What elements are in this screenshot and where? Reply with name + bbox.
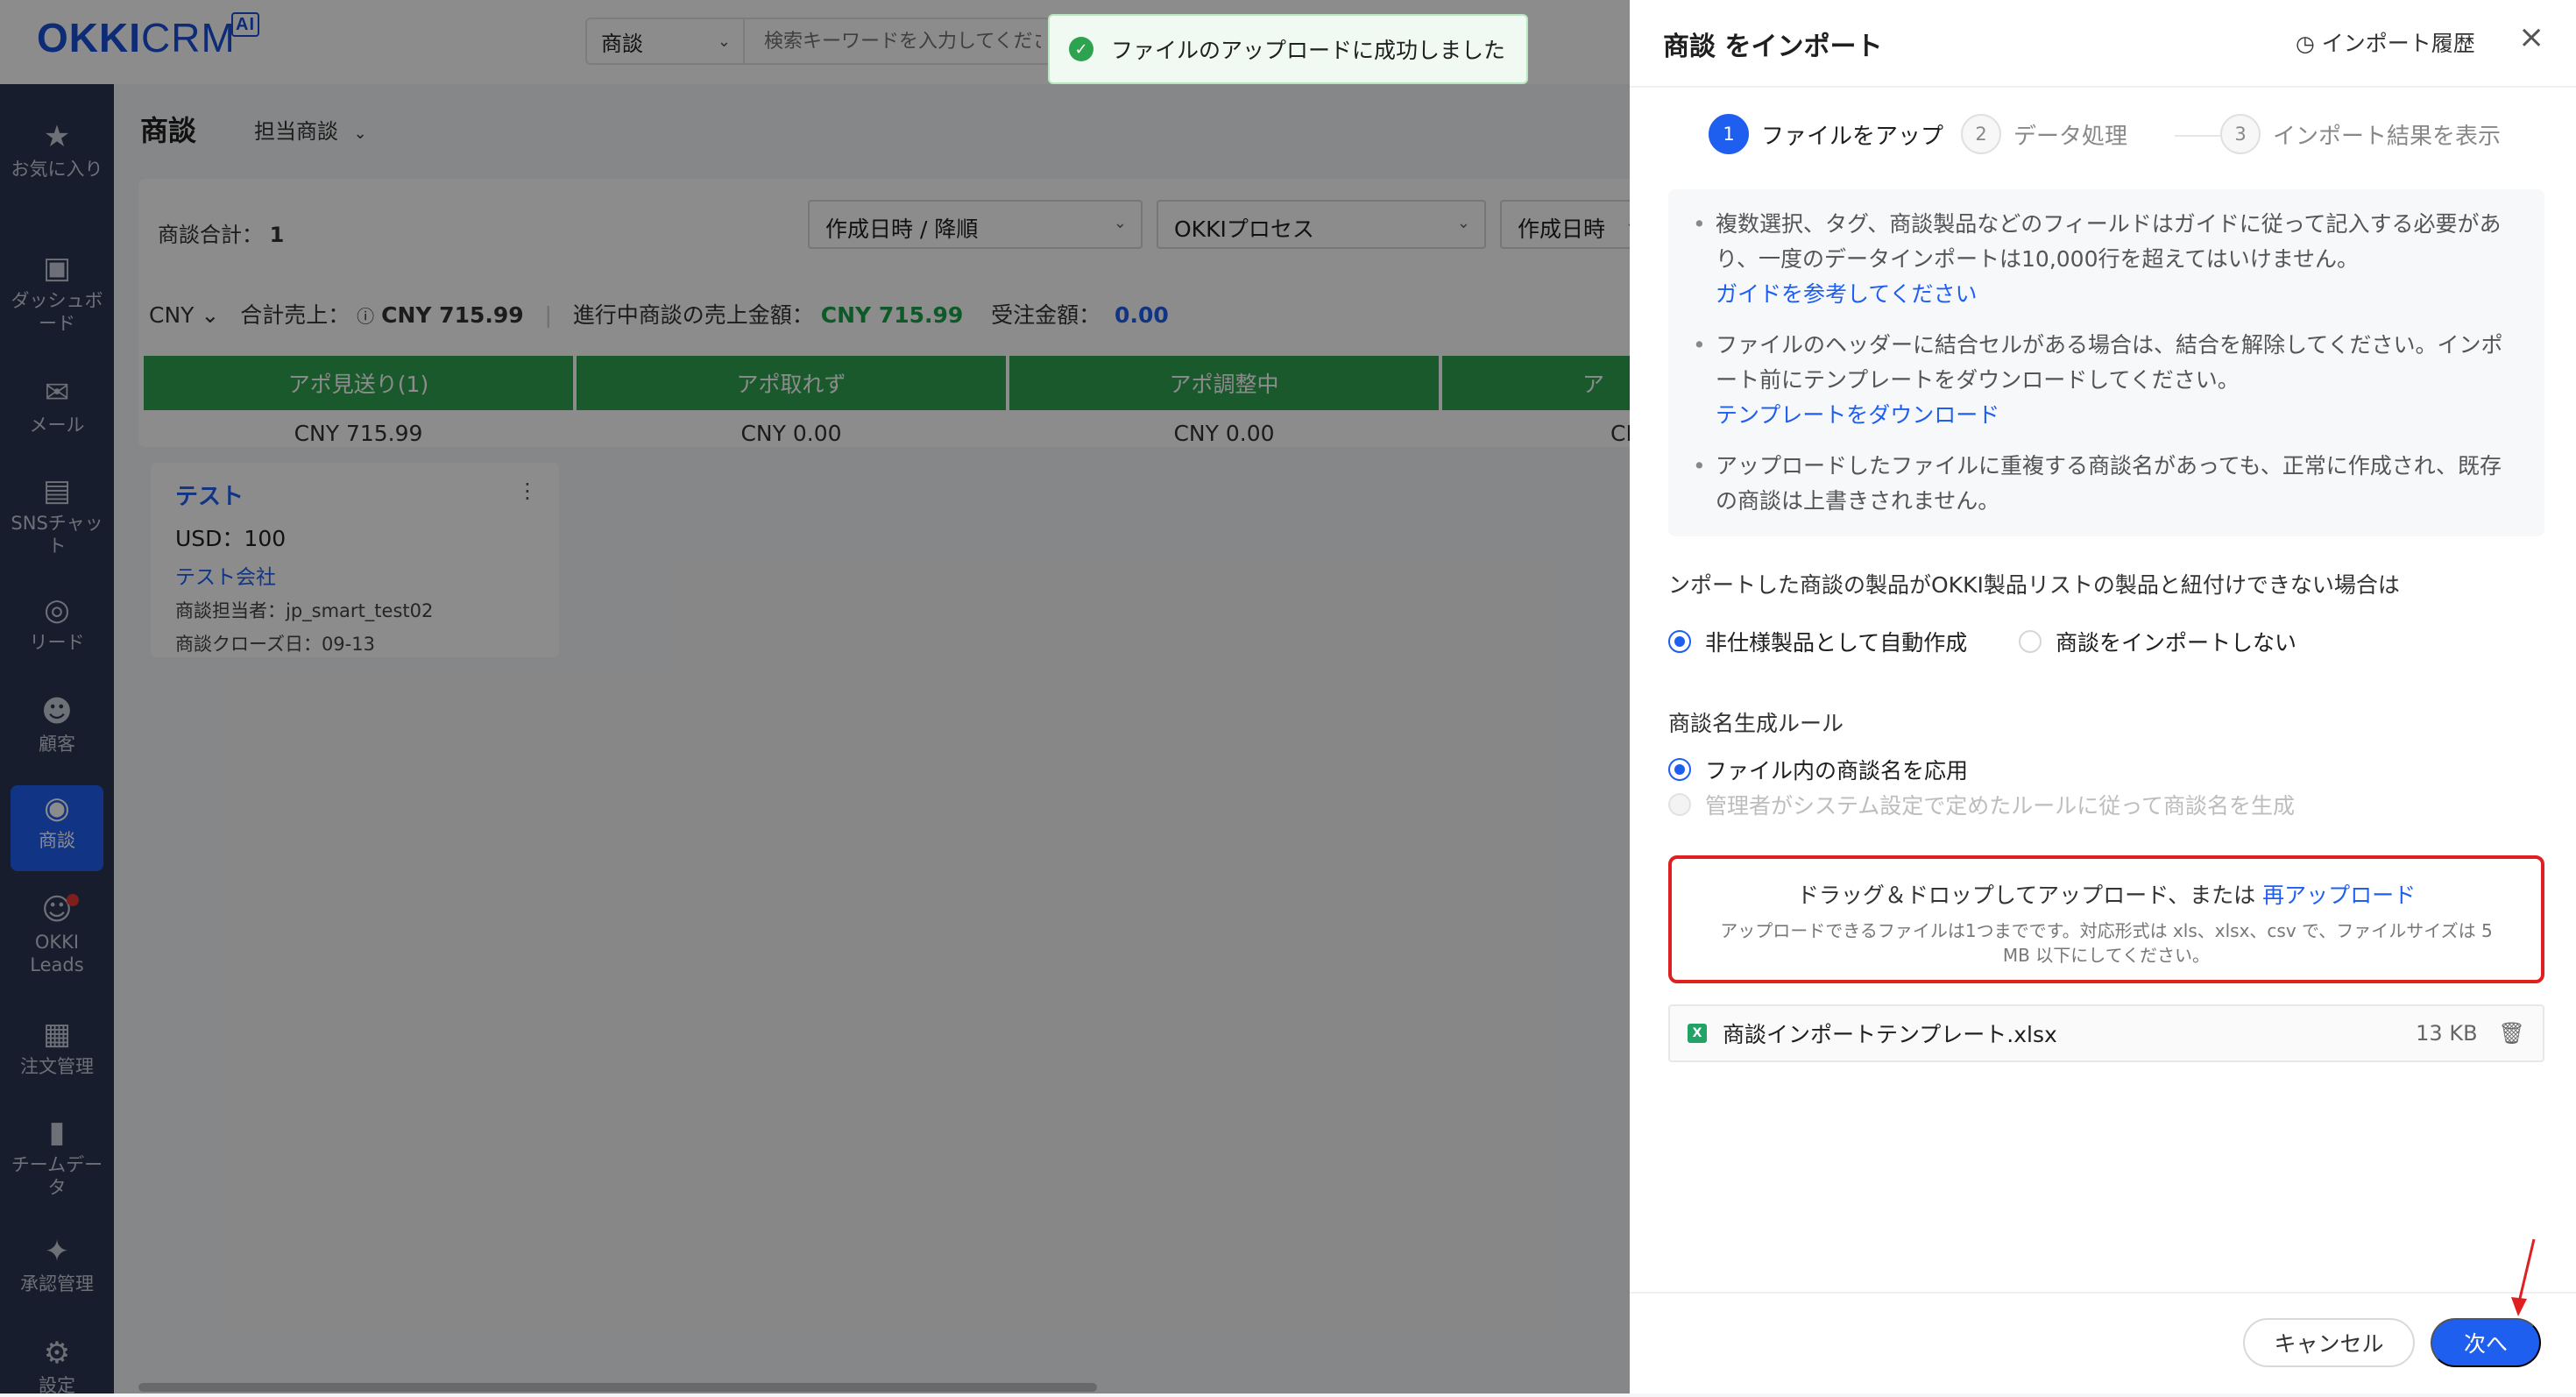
divider <box>1630 1292 2576 1294</box>
trash-icon[interactable]: 🗑 <box>2499 1021 2525 1046</box>
radio-skip-import[interactable]: 商談をインポートしない <box>2019 626 2296 657</box>
drawer-title: 商談 をインポート <box>1663 32 1883 62</box>
file-name: 商談インポートテンプレート.xlsx <box>1723 1022 2057 1047</box>
history-icon: ◷ <box>2296 31 2315 56</box>
uploaded-file-item: X 商談インポートテンプレート.xlsx 13 KB 🗑 <box>1668 1004 2544 1062</box>
note-item: ファイルのヘッダーに結合セルがある場合は、結合を解除してください。インポート前に… <box>1693 328 2522 433</box>
annotation-arrow-icon <box>2511 1238 2536 1316</box>
step-processing: 2 データ処理 <box>1961 114 2127 154</box>
note-item: アップロードしたファイルに重複する商談名があっても、正常に作成され、既存の商談は… <box>1693 449 2522 519</box>
divider <box>1630 86 2576 88</box>
radio-auto-create-product[interactable]: 非仕様製品として自動作成 <box>1668 626 1967 657</box>
success-toast: ✓ ファイルのアップロードに成功しました <box>1048 14 1528 84</box>
radio-system-rule-name: 管理者がシステム設定で定めたルールに従って商談名を生成 <box>1668 789 2295 820</box>
dropzone-hint: アップロードできるファイルは1つまでです。対応形式は xls、xlsx、csv … <box>1720 920 2493 966</box>
excel-file-icon: X <box>1688 1024 1707 1043</box>
file-size: 13 KB <box>2416 1021 2478 1046</box>
check-circle-icon: ✓ <box>1069 37 1093 61</box>
radio-use-file-name[interactable]: ファイル内の商談名を応用 <box>1668 754 1968 785</box>
note-item: 複数選択、タグ、商談製品などのフィールドはガイドに従って記入する必要があり、一度… <box>1693 207 2522 312</box>
next-button[interactable]: 次へ <box>2431 1318 2541 1367</box>
modal-overlay[interactable] <box>0 0 1630 1393</box>
reupload-link[interactable]: 再アップロード <box>2262 883 2416 908</box>
name-rule-label: 商談名生成ルール <box>1668 711 1844 736</box>
cancel-button[interactable]: キャンセル <box>2243 1318 2415 1367</box>
download-template-link[interactable]: テンプレートをダウンロード <box>1716 402 1999 428</box>
import-notes: 複数選択、タグ、商談製品などのフィールドはガイドに従って記入する必要があり、一度… <box>1668 189 2544 536</box>
close-icon[interactable]: × <box>2518 19 2544 55</box>
guide-link[interactable]: ガイドを参考してください <box>1716 281 1978 307</box>
product-question-label: ンポートした商談の製品がOKKI製品リストの製品と紐付けできない場合は <box>1668 572 2400 598</box>
step-upload: 1 ファイルをアップ <box>1709 114 1943 154</box>
import-drawer: 商談 をインポート ◷ インポート履歴 × 1 ファイルをアップ 2 データ処理… <box>1630 0 2576 1393</box>
step-result: 3 インポート結果を表示 <box>2220 114 2501 154</box>
import-history-link[interactable]: ◷ インポート履歴 <box>2296 26 2475 58</box>
file-dropzone[interactable]: ドラッグ＆ドロップしてアップロード、または 再アップロード アップロードできるフ… <box>1668 855 2544 983</box>
